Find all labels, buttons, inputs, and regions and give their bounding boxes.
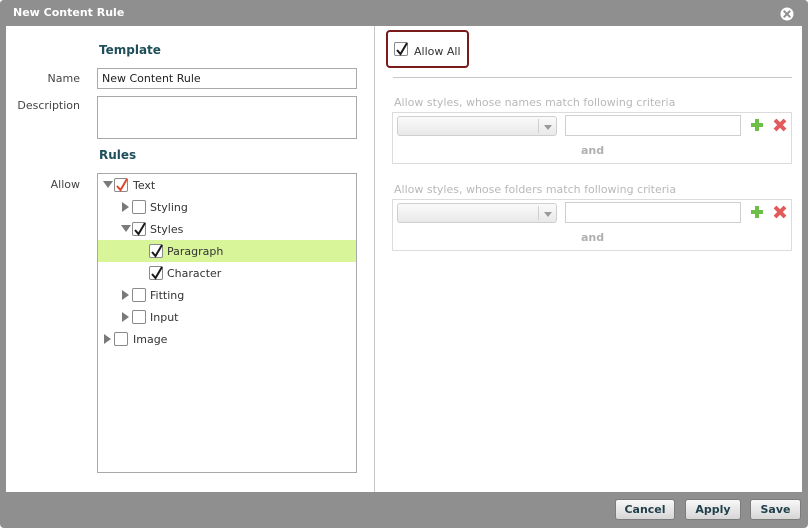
name-input[interactable] xyxy=(97,68,357,89)
tree-item-paragraph[interactable]: Paragraph xyxy=(98,240,356,262)
checkbox-paragraph[interactable] xyxy=(149,244,163,258)
tree-label-image: Image xyxy=(133,333,168,346)
checkbox-styles[interactable] xyxy=(132,222,146,236)
tree-label-input: Input xyxy=(150,311,179,324)
tree-label-character: Character xyxy=(167,267,222,280)
dialog-content: Template Name Description Rules Allow Te… xyxy=(6,26,802,492)
tree-label-text: Text xyxy=(133,179,156,192)
folders-criteria-input[interactable] xyxy=(565,202,741,223)
panel-divider xyxy=(374,26,375,492)
collapsed-arrow-icon[interactable] xyxy=(104,334,111,344)
tree-item-fitting[interactable]: Fitting xyxy=(98,284,356,306)
apply-button[interactable]: Apply xyxy=(685,499,741,520)
dialog-title-bar[interactable]: New Content Rule xyxy=(0,0,808,26)
tree-item-text[interactable]: Text xyxy=(98,174,356,196)
checkbox-input[interactable] xyxy=(132,310,146,324)
cancel-button[interactable]: Cancel xyxy=(615,499,675,520)
select-divider xyxy=(538,119,539,133)
and-label: and xyxy=(581,144,605,157)
select-divider xyxy=(538,206,539,220)
collapsed-arrow-icon[interactable] xyxy=(122,312,129,322)
allow-all-checkbox[interactable] xyxy=(394,42,408,56)
folders-criteria-box: and xyxy=(392,199,792,251)
add-icon[interactable] xyxy=(749,204,765,220)
and-label: and xyxy=(581,231,605,244)
allow-label: Allow xyxy=(50,178,80,191)
checkbox-styling[interactable] xyxy=(132,200,146,214)
tree-label-styles: Styles xyxy=(150,223,184,236)
checkbox-fitting[interactable] xyxy=(132,288,146,302)
tree-item-styling[interactable]: Styling xyxy=(98,196,356,218)
tree-label-fitting: Fitting xyxy=(150,289,185,302)
names-criteria-input[interactable] xyxy=(565,115,741,136)
remove-icon[interactable] xyxy=(772,204,788,220)
remove-icon[interactable] xyxy=(772,117,788,133)
tree-label-styling: Styling xyxy=(150,201,188,214)
chevron-down-icon xyxy=(544,125,552,130)
expanded-arrow-icon[interactable] xyxy=(121,225,131,232)
chevron-down-icon xyxy=(544,212,552,217)
checkbox-character[interactable] xyxy=(149,266,163,280)
names-criteria-select[interactable] xyxy=(397,116,557,136)
names-criteria-label: Allow styles, whose names match followin… xyxy=(394,96,676,109)
description-input[interactable] xyxy=(97,96,357,139)
folders-criteria-label: Allow styles, whose folders match follow… xyxy=(394,183,677,196)
checkbox-image[interactable] xyxy=(114,332,128,346)
content-rule-dialog: New Content Rule Template Name Descripti… xyxy=(0,0,808,528)
allow-all-highlight: Allow All xyxy=(386,30,469,68)
template-heading: Template xyxy=(99,43,161,57)
description-label: Description xyxy=(17,99,80,112)
name-label: Name xyxy=(47,72,80,85)
checkbox-text[interactable] xyxy=(114,178,128,192)
rules-tree: Text Styling Styles Paragraph Character … xyxy=(97,173,357,473)
separator xyxy=(393,77,792,78)
dialog-title: New Content Rule xyxy=(13,6,125,19)
tree-item-styles[interactable]: Styles xyxy=(98,218,356,240)
expanded-arrow-icon[interactable] xyxy=(103,181,113,188)
collapsed-arrow-icon[interactable] xyxy=(122,202,129,212)
tree-item-input[interactable]: Input xyxy=(98,306,356,328)
names-criteria-box: and xyxy=(392,112,792,164)
add-icon[interactable] xyxy=(749,117,765,133)
tree-label-paragraph: Paragraph xyxy=(167,245,224,258)
folders-criteria-select[interactable] xyxy=(397,203,557,223)
collapsed-arrow-icon[interactable] xyxy=(122,290,129,300)
tree-item-image[interactable]: Image xyxy=(98,328,356,350)
close-icon[interactable] xyxy=(780,6,794,21)
save-button[interactable]: Save xyxy=(750,499,801,520)
allow-all-label: Allow All xyxy=(414,45,461,58)
rules-heading: Rules xyxy=(99,148,137,162)
tree-item-character[interactable]: Character xyxy=(98,262,356,284)
